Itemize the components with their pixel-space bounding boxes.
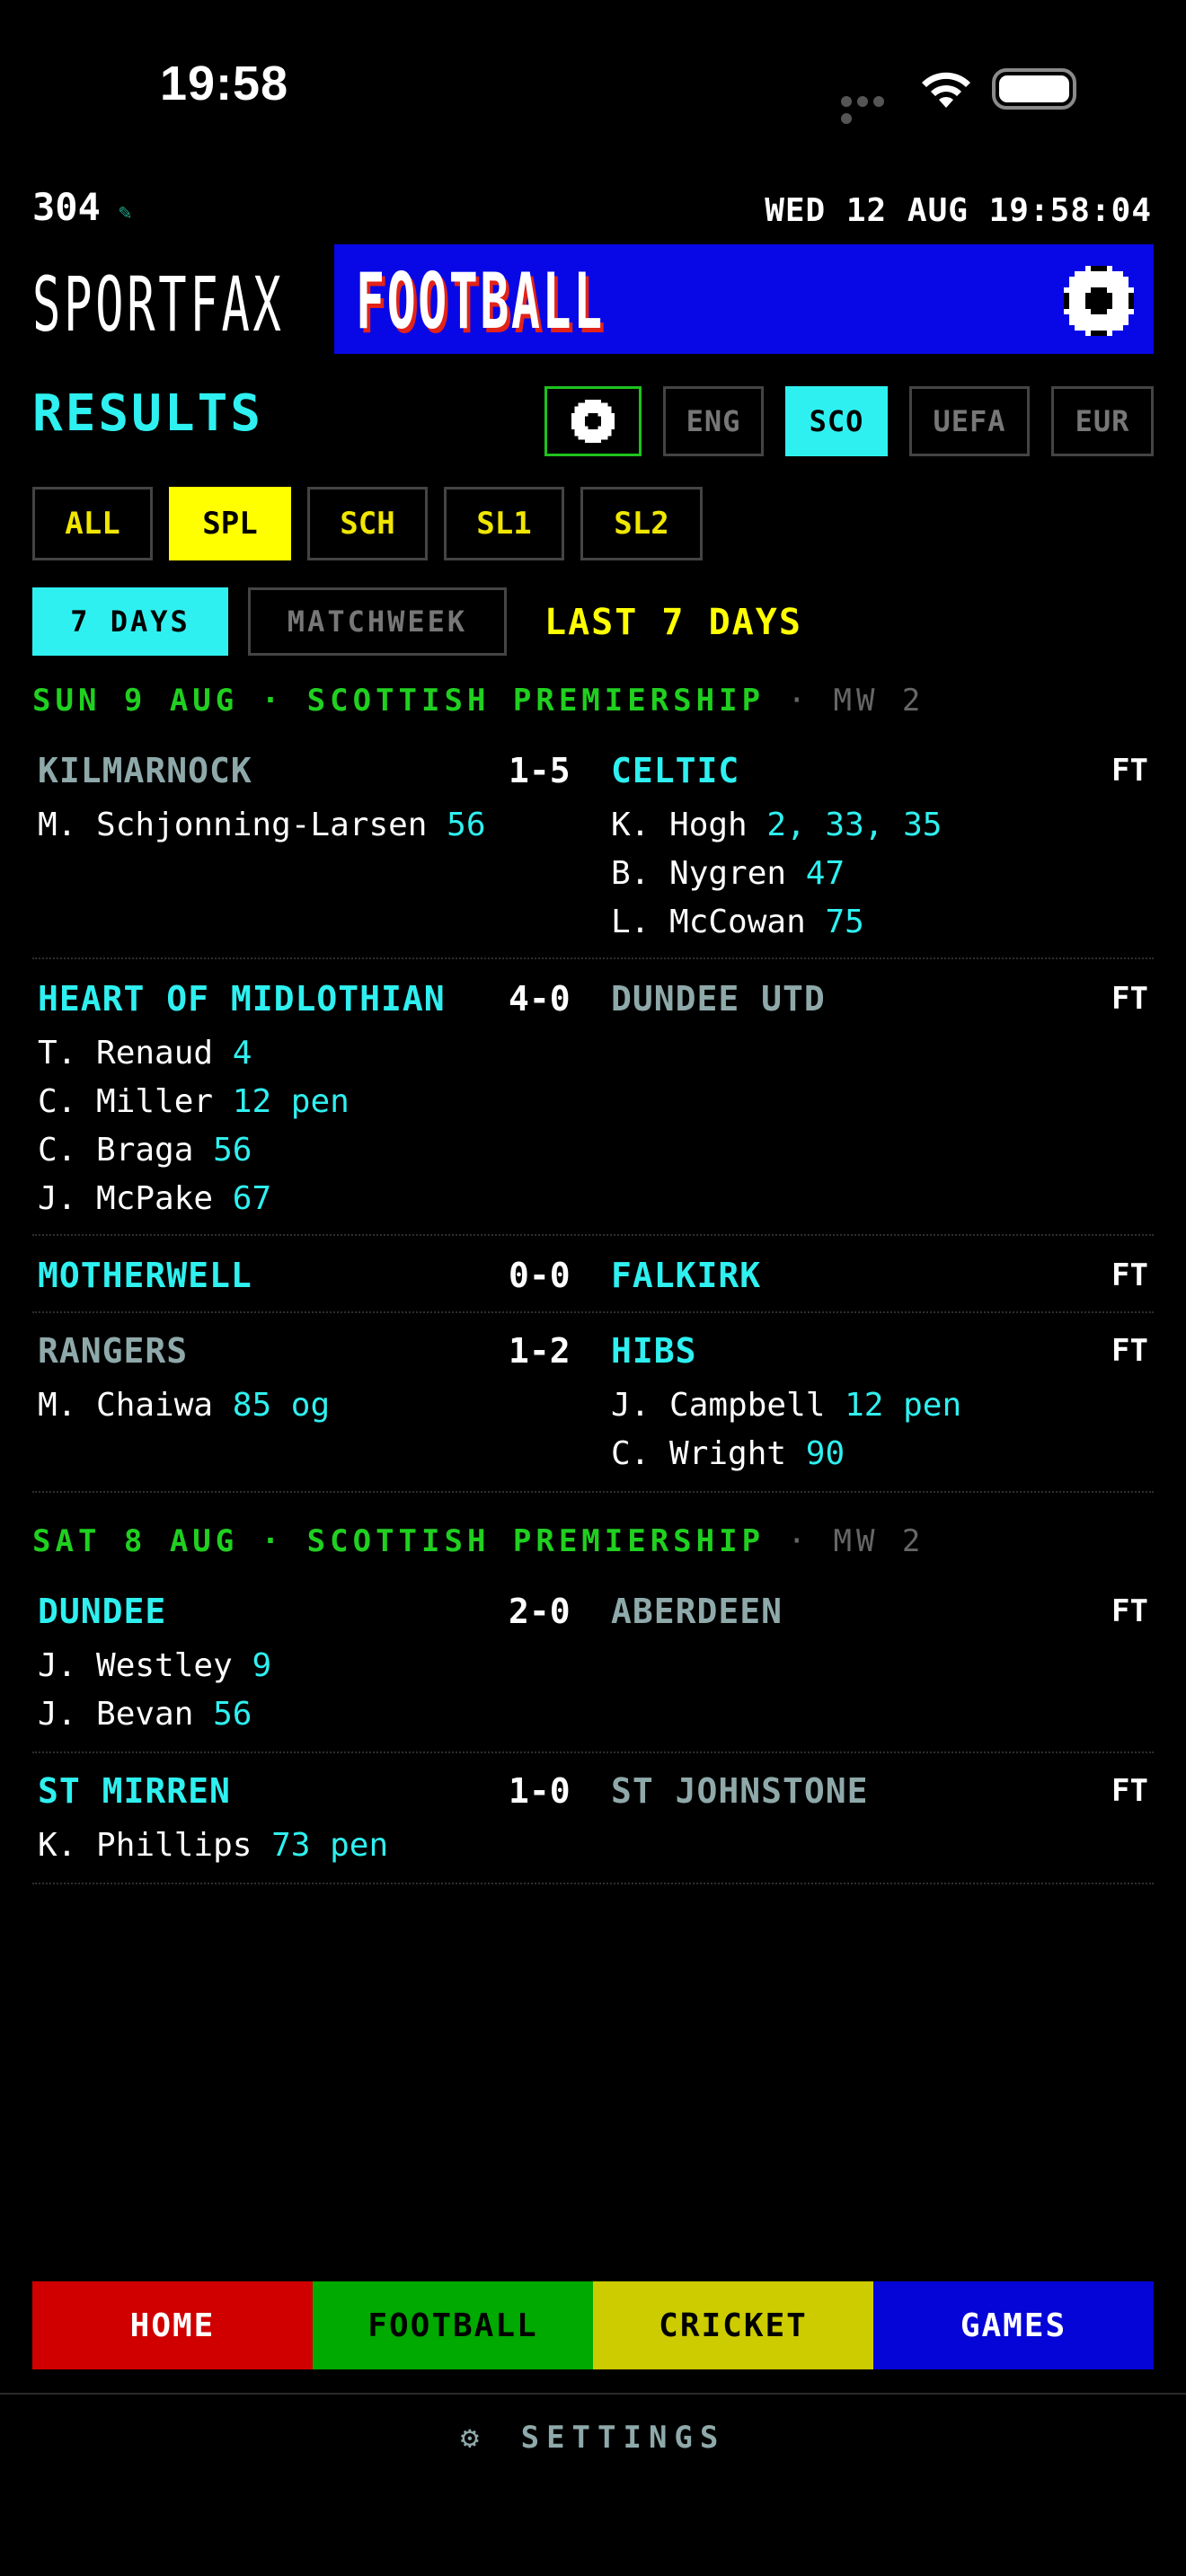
section-competition: SCOTTISH PREMIERSHIP bbox=[306, 683, 766, 719]
match-score: 1-2 bbox=[509, 1331, 571, 1371]
match-status: FT bbox=[1111, 1593, 1148, 1629]
settings-button[interactable]: ⚙ SETTINGS bbox=[0, 2420, 1186, 2456]
nav-home[interactable]: HOME bbox=[32, 2281, 313, 2369]
match-score: 4-0 bbox=[509, 979, 571, 1019]
bottom-nav: HOME FOOTBALL CRICKET GAMES bbox=[32, 2281, 1154, 2369]
match-status: FT bbox=[1111, 753, 1148, 789]
battery-icon bbox=[992, 68, 1076, 110]
home-team: ST MIRREN bbox=[38, 1771, 231, 1811]
away-team: ABERDEEN bbox=[611, 1592, 783, 1631]
match-score: 1-5 bbox=[509, 751, 571, 790]
home-team: KILMARNOCK bbox=[38, 751, 252, 790]
goal-scorer: J. Campbell 12 pen bbox=[611, 1387, 962, 1424]
filter-all[interactable]: ALL bbox=[32, 487, 153, 560]
status-bar: 19:58 bbox=[0, 0, 1186, 171]
goal-scorer: K. Phillips 73 pen bbox=[38, 1827, 389, 1864]
goal-scorer: M. Chaiwa 85 og bbox=[38, 1387, 331, 1424]
clock: 19:58 bbox=[160, 57, 289, 110]
match-row[interactable]: MOTHERWELL 0-0 FALKIRK FT bbox=[32, 1256, 1154, 1313]
filter-spl[interactable]: SPL bbox=[169, 487, 291, 560]
away-team: ST JOHNSTONE bbox=[611, 1771, 869, 1811]
match-score: 2-0 bbox=[509, 1592, 571, 1631]
goal-scorer: J. McPake 67 bbox=[38, 1180, 272, 1217]
goal-scorer: J. Bevan 56 bbox=[38, 1696, 252, 1733]
match-row[interactable]: DUNDEE 2-0 ABERDEEN FT J. Westley 9 J. B… bbox=[32, 1592, 1154, 1753]
goal-scorer: K. Hogh 2, 33, 35 bbox=[611, 807, 943, 843]
match-score: 0-0 bbox=[509, 1256, 571, 1295]
home-team: DUNDEE bbox=[38, 1592, 167, 1631]
away-team: FALKIRK bbox=[611, 1256, 762, 1295]
tab-uefa[interactable]: UEFA bbox=[909, 386, 1030, 456]
home-team: MOTHERWELL bbox=[38, 1256, 252, 1295]
settings-label: SETTINGS bbox=[520, 2420, 726, 2456]
goal-scorer: C. Miller 12 pen bbox=[38, 1083, 350, 1120]
section-date: SAT 8 AUG bbox=[32, 1523, 239, 1559]
football-icon bbox=[571, 400, 615, 443]
home-team: HEART OF MIDLOTHIAN bbox=[38, 979, 446, 1019]
banner-title: FOOTBALL bbox=[356, 257, 605, 347]
section-header: SAT 8 AUG · SCOTTISH PREMIERSHIP · MW 2 bbox=[32, 1523, 925, 1559]
section-matchweek: MW 2 bbox=[833, 1523, 925, 1559]
away-team: CELTIC bbox=[611, 751, 740, 790]
section-matchweek: MW 2 bbox=[833, 683, 925, 719]
match-row[interactable]: ST MIRREN 1-0 ST JOHNSTONE FT K. Phillip… bbox=[32, 1771, 1154, 1884]
mode-7-days[interactable]: 7 DAYS bbox=[32, 587, 228, 656]
filter-sl1[interactable]: SL1 bbox=[444, 487, 564, 560]
all-sports-ball-tab[interactable] bbox=[544, 386, 642, 456]
divider bbox=[0, 2393, 1186, 2395]
signal-dots-icon bbox=[841, 93, 902, 124]
match-status: FT bbox=[1111, 1773, 1148, 1809]
match-row[interactable]: RANGERS 1-2 HIBS FT M. Chaiwa 85 og J. C… bbox=[32, 1331, 1154, 1493]
section-header: SUN 9 AUG · SCOTTISH PREMIERSHIP · MW 2 bbox=[32, 683, 925, 719]
goal-scorer: C. Wright 90 bbox=[611, 1435, 845, 1472]
football-icon bbox=[1064, 266, 1134, 336]
edit-pencil-icon[interactable]: ✎ bbox=[119, 199, 131, 225]
tab-eng[interactable]: ENG bbox=[663, 386, 764, 456]
match-status: FT bbox=[1111, 1257, 1148, 1293]
match-status: FT bbox=[1111, 1333, 1148, 1369]
page-number[interactable]: 304 bbox=[32, 185, 101, 229]
filter-sl2[interactable]: SL2 bbox=[580, 487, 703, 560]
filter-sch[interactable]: SCH bbox=[307, 487, 428, 560]
nav-games[interactable]: GAMES bbox=[873, 2281, 1154, 2369]
range-label: LAST 7 DAYS bbox=[544, 602, 802, 643]
tab-sco[interactable]: SCO bbox=[785, 386, 888, 456]
nav-cricket[interactable]: CRICKET bbox=[593, 2281, 873, 2369]
tab-eur[interactable]: EUR bbox=[1051, 386, 1154, 456]
home-team: RANGERS bbox=[38, 1331, 189, 1371]
match-row[interactable]: HEART OF MIDLOTHIAN 4-0 DUNDEE UTD FT T.… bbox=[32, 979, 1154, 1236]
section-date: SUN 9 AUG bbox=[32, 683, 239, 719]
match-status: FT bbox=[1111, 981, 1148, 1017]
section-competition: SCOTTISH PREMIERSHIP bbox=[306, 1523, 766, 1559]
away-team: DUNDEE UTD bbox=[611, 979, 826, 1019]
results-title: RESULTS bbox=[32, 384, 264, 443]
goal-scorer: T. Renaud 4 bbox=[38, 1035, 252, 1072]
match-score: 1-0 bbox=[509, 1771, 571, 1811]
match-row[interactable]: KILMARNOCK 1-5 CELTIC FT M. Schjonning-L… bbox=[32, 751, 1154, 959]
goal-scorer: L. McCowan 75 bbox=[611, 904, 864, 940]
brand-logo[interactable]: SPORTFAX bbox=[32, 260, 285, 348]
gear-icon: ⚙ bbox=[460, 2420, 487, 2456]
section-banner: FOOTBALL bbox=[334, 244, 1154, 354]
date-time: WED 12 AUG 19:58:04 bbox=[765, 192, 1152, 229]
goal-scorer: C. Braga 56 bbox=[38, 1132, 252, 1169]
goal-scorer: M. Schjonning-Larsen 56 bbox=[38, 807, 486, 843]
away-team: HIBS bbox=[611, 1331, 697, 1371]
mode-matchweek[interactable]: MATCHWEEK bbox=[248, 587, 507, 656]
nav-football[interactable]: FOOTBALL bbox=[313, 2281, 593, 2369]
wifi-icon bbox=[922, 72, 970, 108]
goal-scorer: J. Westley 9 bbox=[38, 1647, 272, 1684]
goal-scorer: B. Nygren 47 bbox=[611, 855, 845, 892]
